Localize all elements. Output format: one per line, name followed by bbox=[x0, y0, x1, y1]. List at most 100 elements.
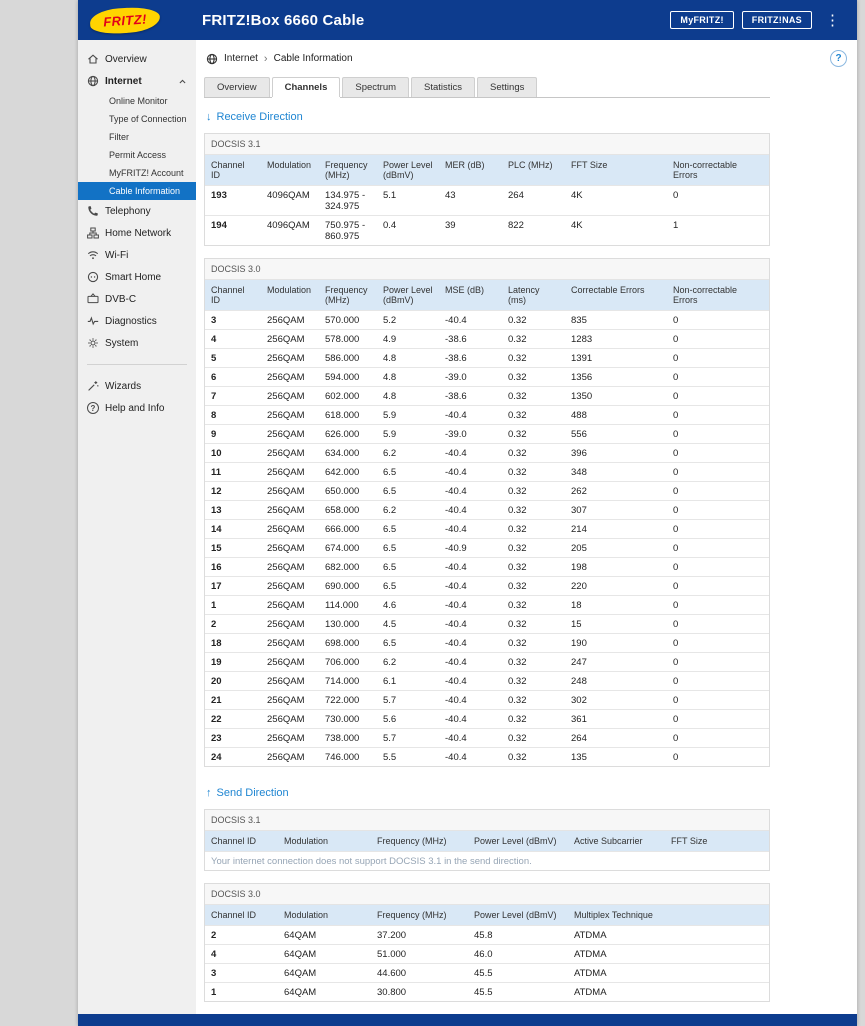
table-cell: 256QAM bbox=[261, 424, 319, 444]
tab-statistics[interactable]: Statistics bbox=[411, 77, 476, 97]
table-cell: 4K bbox=[565, 215, 667, 245]
tab-spectrum[interactable]: Spectrum bbox=[342, 77, 410, 97]
table-cell: 5.5 bbox=[377, 747, 439, 766]
table-cell: -40.4 bbox=[439, 728, 502, 748]
fritznas-button[interactable]: FRITZ!NAS bbox=[741, 11, 812, 29]
sidebar-subitem-permit-access[interactable]: Permit Access bbox=[78, 146, 196, 164]
sidebar-item-wizards[interactable]: Wizards bbox=[78, 375, 196, 397]
fritz-logo[interactable]: FRITZ! bbox=[89, 5, 161, 35]
table-cell: 44.600 bbox=[371, 963, 468, 983]
table-cell: 0 bbox=[667, 329, 769, 349]
table-cell: 5.7 bbox=[377, 728, 439, 748]
table-cell: 256QAM bbox=[261, 481, 319, 501]
table-cell: 602.000 bbox=[319, 386, 377, 406]
table-cell: 0 bbox=[667, 538, 769, 558]
table-cell: 0.32 bbox=[502, 709, 565, 729]
table-cell: 4.5 bbox=[377, 614, 439, 634]
sidebar-subitem-online-monitor[interactable]: Online Monitor bbox=[78, 92, 196, 110]
globe-icon bbox=[206, 53, 218, 65]
table-cell: 302 bbox=[565, 690, 667, 710]
table-row: 6 256QAM 594.000 4.8 -39.0 0.32 1356 0 bbox=[205, 367, 769, 387]
table-row: 4 256QAM 578.000 4.9 -38.6 0.32 1283 0 bbox=[205, 329, 769, 349]
column-header: Modulation bbox=[261, 155, 319, 186]
table-cell: -40.4 bbox=[439, 576, 502, 596]
myfritz-button[interactable]: MyFRITZ! bbox=[670, 11, 734, 29]
tab-overview[interactable]: Overview bbox=[204, 77, 270, 97]
fritz-logo-text: FRITZ! bbox=[102, 10, 148, 30]
tab-settings[interactable]: Settings bbox=[477, 77, 538, 97]
table-cell: -40.4 bbox=[439, 462, 502, 482]
table-cell: 5.9 bbox=[377, 424, 439, 444]
receive-direction-heading: ↓ Receive Direction bbox=[206, 111, 770, 123]
sidebar-item-home-network[interactable]: Home Network bbox=[78, 222, 196, 244]
column-header: Multiplex Technique bbox=[568, 905, 769, 926]
table-cell: 17 bbox=[205, 576, 261, 596]
table-row: 194 4096QAM 750.975 - 860.975 0.4 39 822 4K 1 bbox=[205, 215, 769, 245]
table-cell: 0 bbox=[667, 367, 769, 387]
globe-icon bbox=[87, 75, 99, 87]
kebab-menu-icon[interactable]: ⋮ bbox=[820, 13, 845, 28]
table-cell: 0.32 bbox=[502, 633, 565, 653]
sidebar-item-telephony[interactable]: Telephony bbox=[78, 200, 196, 222]
table-cell: 130.000 bbox=[319, 614, 377, 634]
table-cell: 4.9 bbox=[377, 329, 439, 349]
tab-channels[interactable]: Channels bbox=[271, 77, 341, 97]
page-title: FRITZ!Box 6660 Cable bbox=[202, 11, 365, 29]
header-actions: MyFRITZ! FRITZ!NAS ⋮ bbox=[670, 11, 845, 29]
table-cell: 666.000 bbox=[319, 519, 377, 539]
table-cell: 4.8 bbox=[377, 348, 439, 368]
table-cell: 220 bbox=[565, 576, 667, 596]
table-cell: 0 bbox=[667, 310, 769, 330]
table-cell: -39.0 bbox=[439, 424, 502, 444]
table-cell: 256QAM bbox=[261, 557, 319, 577]
table-header-row: Channel ID Modulation Frequency (MHz) Power… bbox=[205, 280, 769, 311]
table-cell: 11 bbox=[205, 462, 261, 482]
column-header: Modulation bbox=[278, 831, 371, 852]
help-button[interactable]: ? bbox=[830, 50, 847, 67]
table-cell: 0.4 bbox=[377, 215, 439, 245]
sidebar-divider bbox=[87, 364, 187, 365]
table-cell: 706.000 bbox=[319, 652, 377, 672]
table-cell: 0.32 bbox=[502, 500, 565, 520]
table-cell: 6.5 bbox=[377, 519, 439, 539]
sidebar-item-overview[interactable]: Overview bbox=[78, 48, 196, 70]
table-cell: 0.32 bbox=[502, 747, 565, 766]
table-cell: 0 bbox=[667, 405, 769, 425]
table-cell: ATDMA bbox=[568, 982, 769, 1001]
table-cell: 682.000 bbox=[319, 557, 377, 577]
breadcrumb-internet[interactable]: Internet bbox=[224, 53, 258, 64]
table-cell: -40.4 bbox=[439, 652, 502, 672]
table-cell: 0 bbox=[667, 424, 769, 444]
table-cell: 5 bbox=[205, 348, 261, 368]
table-cell: 0.32 bbox=[502, 310, 565, 330]
tab-bar: Overview Channels Spectrum Statistics Se… bbox=[204, 77, 770, 98]
table-cell: 256QAM bbox=[261, 709, 319, 729]
table-cell: 256QAM bbox=[261, 671, 319, 691]
table-cell: 4096QAM bbox=[261, 215, 319, 245]
sidebar-item-internet[interactable]: Internet bbox=[78, 70, 196, 92]
table-row: 1 64QAM 30.800 45.5 ATDMA bbox=[205, 982, 769, 1001]
sidebar-subitem-myfritz-account[interactable]: MyFRITZ! Account bbox=[78, 164, 196, 182]
sidebar-item-wifi[interactable]: Wi-Fi bbox=[78, 244, 196, 266]
column-header: Non-correctable Errors bbox=[667, 280, 769, 311]
table-cell: 256QAM bbox=[261, 329, 319, 349]
sidebar-item-dvbc[interactable]: DVB-C bbox=[78, 288, 196, 310]
sidebar-subitem-filter[interactable]: Filter bbox=[78, 128, 196, 146]
sidebar-subitem-type-of-connection[interactable]: Type of Connection bbox=[78, 110, 196, 128]
column-header: FFT Size bbox=[565, 155, 667, 186]
column-header: Power Level (dBmV) bbox=[468, 905, 568, 926]
sidebar-item-system[interactable]: System bbox=[78, 332, 196, 354]
wand-icon bbox=[87, 380, 99, 392]
table-cell: 4.8 bbox=[377, 367, 439, 387]
table-row: 2 256QAM 130.000 4.5 -40.4 0.32 15 0 bbox=[205, 614, 769, 634]
receive-docsis31-table: Channel ID Modulation Frequency (MHz) Power… bbox=[205, 155, 769, 245]
table-row: 23 256QAM 738.000 5.7 -40.4 0.32 264 0 bbox=[205, 728, 769, 748]
table-row: 1 256QAM 114.000 4.6 -40.4 0.32 18 0 bbox=[205, 595, 769, 615]
sidebar-item-help-and-info[interactable]: ? Help and Info bbox=[78, 397, 196, 419]
sidebar-item-smart-home[interactable]: Smart Home bbox=[78, 266, 196, 288]
sidebar-subitem-cable-information[interactable]: Cable Information bbox=[78, 182, 196, 200]
sidebar-item-diagnostics[interactable]: Diagnostics bbox=[78, 310, 196, 332]
breadcrumb-cable-information[interactable]: Cable Information bbox=[274, 53, 353, 64]
table-cell: 193 bbox=[205, 185, 261, 216]
table-cell: 256QAM bbox=[261, 405, 319, 425]
